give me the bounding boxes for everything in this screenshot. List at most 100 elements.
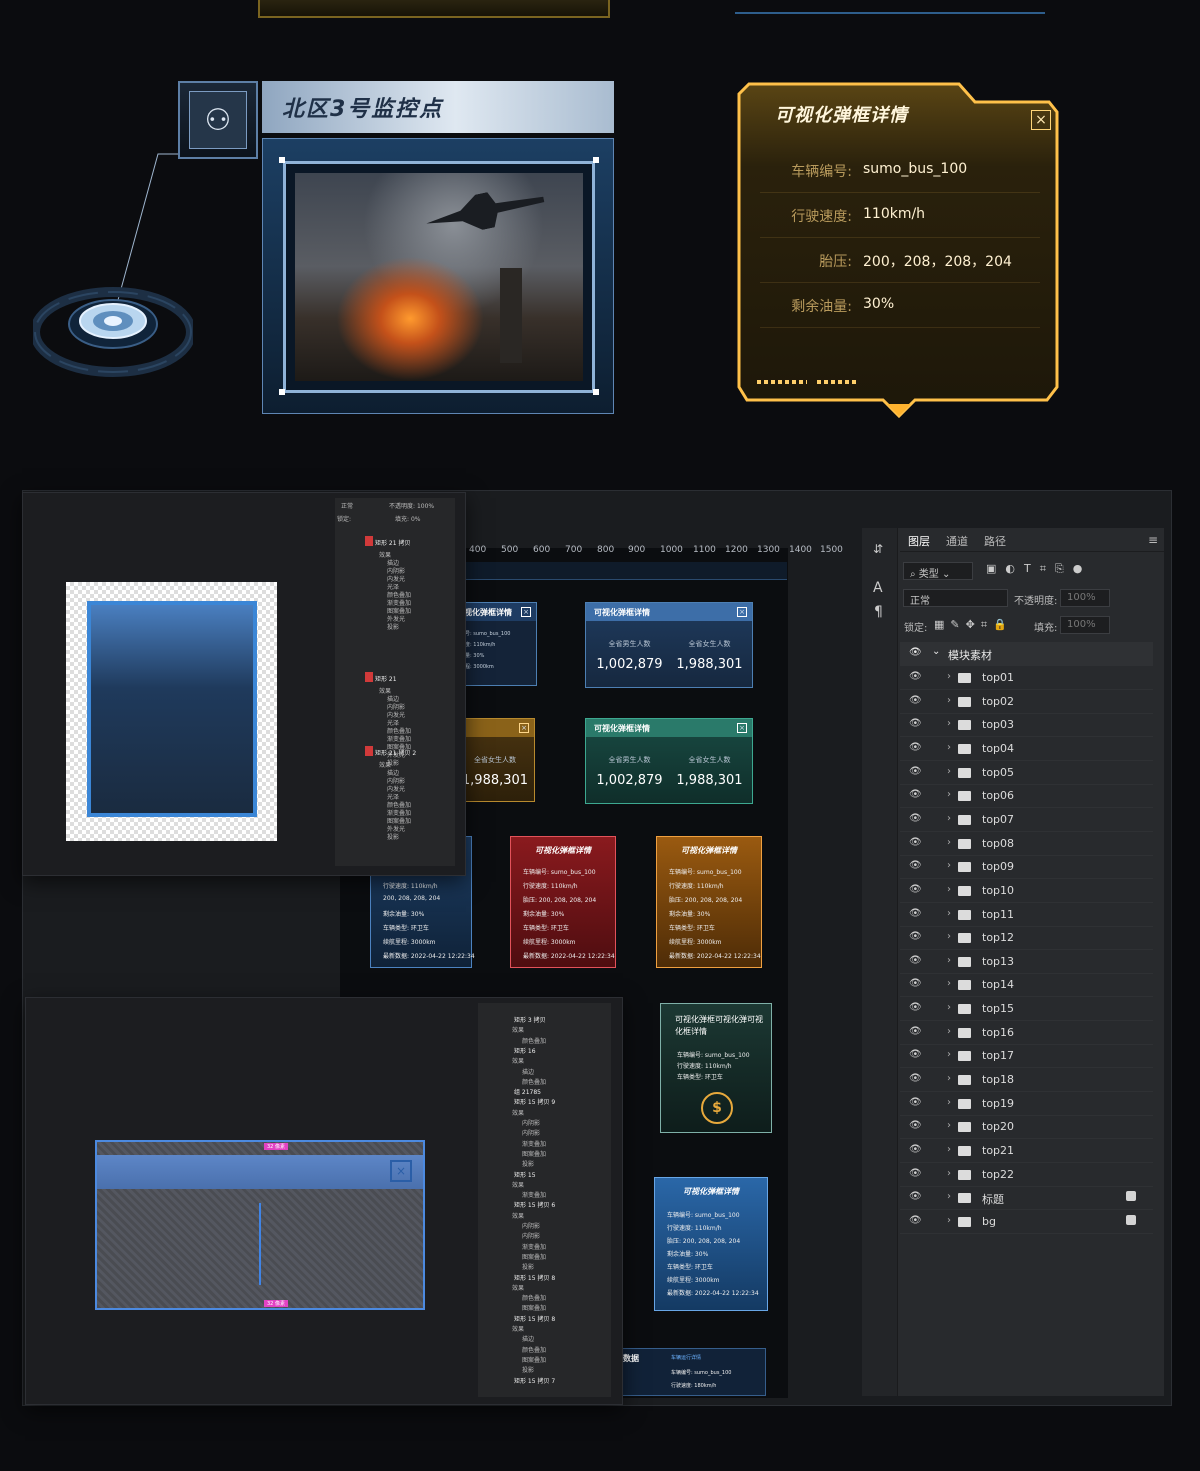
- eye-icon[interactable]: 👁: [909, 1168, 922, 1179]
- history-icon[interactable]: ⇵: [873, 542, 883, 556]
- fill-input[interactable]: 100%: [1060, 616, 1110, 634]
- chevron-right-icon[interactable]: ›: [947, 1215, 951, 1226]
- mini-layer-name[interactable]: 矩形 15 拷贝 9: [514, 1097, 555, 1106]
- layer-row-top11[interactable]: 👁 › top11: [900, 904, 1153, 927]
- chevron-right-icon[interactable]: ›: [947, 742, 951, 753]
- chevron-right-icon[interactable]: ›: [947, 1026, 951, 1037]
- mini-layer-name[interactable]: 矩形 21: [375, 674, 397, 683]
- eye-icon[interactable]: 👁: [909, 931, 922, 942]
- eye-icon[interactable]: 👁: [909, 695, 922, 706]
- frame-preview[interactable]: [87, 601, 257, 817]
- tab-paths[interactable]: 路径: [984, 533, 1006, 549]
- close-icon[interactable]: ×: [737, 607, 747, 617]
- layer-row-top04[interactable]: 👁 › top04: [900, 738, 1153, 761]
- eye-icon[interactable]: 👁: [909, 789, 922, 800]
- eye-icon[interactable]: 👁: [909, 884, 922, 895]
- layer-row-top16[interactable]: 👁 › top16: [900, 1022, 1153, 1045]
- lock-icon[interactable]: [1126, 1191, 1136, 1202]
- eye-icon[interactable]: 👁: [909, 860, 922, 871]
- layer-row-top15[interactable]: 👁 › top15: [900, 998, 1153, 1022]
- chevron-right-icon[interactable]: ›: [947, 884, 951, 895]
- chevron-right-icon[interactable]: ›: [947, 718, 951, 729]
- eye-icon[interactable]: 👁: [909, 742, 922, 753]
- chevron-right-icon[interactable]: ›: [947, 1120, 951, 1131]
- chevron-right-icon[interactable]: ›: [947, 837, 951, 848]
- panel-menu-icon[interactable]: ≡: [1148, 533, 1158, 547]
- camera-node[interactable]: ⚇: [178, 81, 258, 159]
- chevron-right-icon[interactable]: ›: [947, 1097, 951, 1108]
- mini-layer-name[interactable]: 组 21785: [514, 1087, 541, 1096]
- chevron-right-icon[interactable]: ›: [947, 908, 951, 919]
- layer-row-top13[interactable]: 👁 › top13: [900, 951, 1153, 974]
- mini-layer-name[interactable]: 矩形 21 拷贝 2: [375, 748, 416, 757]
- chevron-right-icon[interactable]: ›: [947, 671, 951, 682]
- chevron-down-icon[interactable]: ⌄: [932, 646, 940, 657]
- mini-layer-name[interactable]: 矩形 3 拷贝: [514, 1015, 546, 1024]
- chevron-right-icon[interactable]: ›: [947, 789, 951, 800]
- eye-icon[interactable]: 👁: [909, 908, 922, 919]
- layer-row-top20[interactable]: 👁 › top20: [900, 1116, 1153, 1140]
- eye-icon[interactable]: 👁: [909, 813, 922, 824]
- layer-row-top09[interactable]: 👁 › top09: [900, 856, 1153, 880]
- mini-layer-name[interactable]: 矩形 15 拷贝 8: [514, 1273, 555, 1282]
- chevron-right-icon[interactable]: ›: [947, 695, 951, 706]
- layer-row-top21[interactable]: 👁 › top21: [900, 1140, 1153, 1163]
- chevron-right-icon[interactable]: ›: [947, 1002, 951, 1013]
- chevron-right-icon[interactable]: ›: [947, 813, 951, 824]
- close-icon[interactable]: ×: [521, 607, 531, 617]
- layer-row-top03[interactable]: 👁 › top03: [900, 714, 1153, 738]
- chevron-right-icon[interactable]: ›: [947, 931, 951, 942]
- eye-icon[interactable]: 👁: [909, 837, 922, 848]
- mini-layer-name[interactable]: 矩形 15 拷贝 8: [514, 1314, 555, 1323]
- eye-icon[interactable]: 👁: [909, 1215, 922, 1226]
- close-icon[interactable]: ×: [737, 723, 747, 733]
- mini-layer-name[interactable]: 矩形 15: [514, 1170, 536, 1179]
- layer-row-top07[interactable]: 👁 › top07: [900, 809, 1153, 832]
- eye-icon[interactable]: 👁: [909, 1002, 922, 1013]
- chevron-right-icon[interactable]: ›: [947, 1144, 951, 1155]
- eye-icon[interactable]: 👁: [909, 1073, 922, 1084]
- layer-row-标题[interactable]: 👁 › 标题: [900, 1187, 1153, 1211]
- tab-layers[interactable]: 图层: [908, 533, 930, 549]
- layer-row-top10[interactable]: 👁 › top10: [900, 880, 1153, 903]
- chevron-right-icon[interactable]: ›: [947, 766, 951, 777]
- layer-row-top12[interactable]: 👁 › top12: [900, 927, 1153, 951]
- layer-row-top08[interactable]: 👁 › top08: [900, 833, 1153, 856]
- chevron-right-icon[interactable]: ›: [947, 1168, 951, 1179]
- close-icon[interactable]: ×: [519, 723, 529, 733]
- eye-icon[interactable]: 👁: [909, 955, 922, 966]
- chevron-right-icon[interactable]: ›: [947, 860, 951, 871]
- layer-row-top02[interactable]: 👁 › top02: [900, 691, 1153, 714]
- chevron-right-icon[interactable]: ›: [947, 955, 951, 966]
- eye-icon[interactable]: 👁: [909, 671, 922, 682]
- eye-icon[interactable]: 👁: [909, 647, 922, 658]
- opacity-input[interactable]: 100%: [1060, 589, 1110, 607]
- eye-icon[interactable]: 👁: [909, 1191, 922, 1202]
- chevron-right-icon[interactable]: ›: [947, 978, 951, 989]
- eye-icon[interactable]: 👁: [909, 1120, 922, 1131]
- mini-layer-name[interactable]: 矩形 15 拷贝 7: [514, 1376, 555, 1385]
- blend-mode-select[interactable]: 正常: [903, 589, 1008, 607]
- mini-layer-name[interactable]: 矩形 21 拷贝: [375, 538, 410, 547]
- eye-icon[interactable]: 👁: [909, 1049, 922, 1060]
- chevron-right-icon[interactable]: ›: [947, 1073, 951, 1084]
- layer-row-top22[interactable]: 👁 › top22: [900, 1164, 1153, 1187]
- layer-row-top05[interactable]: 👁 › top05: [900, 762, 1153, 785]
- monitor-video[interactable]: [283, 161, 595, 393]
- layer-row-bg[interactable]: 👁 › bg: [900, 1211, 1153, 1234]
- filter-icons[interactable]: ▣◐T⌗⎘●: [986, 562, 1091, 576]
- layer-row-top01[interactable]: 👁 › top01: [900, 667, 1153, 690]
- layer-row-top19[interactable]: 👁 › top19: [900, 1093, 1153, 1116]
- filter-kind-select[interactable]: ⌕ 类型 ⌄: [903, 562, 973, 580]
- lock-icons[interactable]: ▦✎✥⌗🔒: [934, 618, 1013, 632]
- layer-row-top06[interactable]: 👁 › top06: [900, 785, 1153, 809]
- eye-icon[interactable]: 👁: [909, 1097, 922, 1108]
- paragraph-icon[interactable]: ¶: [874, 604, 883, 620]
- layer-row-top17[interactable]: 👁 › top17: [900, 1045, 1153, 1069]
- close-icon[interactable]: ×: [390, 1160, 412, 1182]
- mini-layer-name[interactable]: 矩形 16: [514, 1046, 536, 1055]
- chevron-right-icon[interactable]: ›: [947, 1191, 951, 1202]
- mini-layer-name[interactable]: 矩形 15 拷贝 6: [514, 1200, 555, 1209]
- chevron-right-icon[interactable]: ›: [947, 1049, 951, 1060]
- tab-channels[interactable]: 通道: [946, 533, 968, 549]
